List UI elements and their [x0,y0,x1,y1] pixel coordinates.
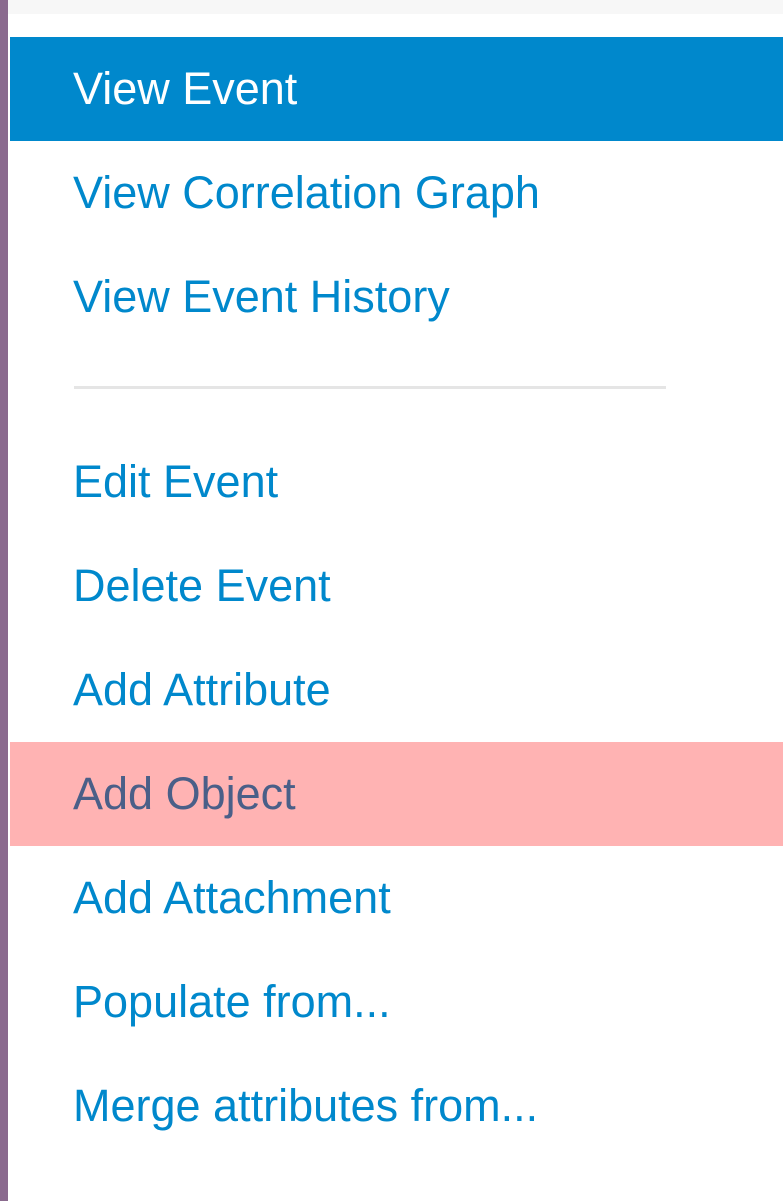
menu-item-add-attribute[interactable]: Add Attribute [10,638,783,742]
menu-item-delete-event[interactable]: Delete Event [10,534,783,638]
menu-item-view-correlation-graph[interactable]: View Correlation Graph [10,141,783,245]
side-menu: View Event View Correlation Graph View E… [10,37,783,1201]
menu-item-populate-from[interactable]: Populate from... [10,950,783,1054]
top-strip [8,0,783,14]
menu-item-merge-attributes-from[interactable]: Merge attributes from... [10,1054,783,1158]
menu-item-add-attachment[interactable]: Add Attachment [10,846,783,950]
menu-item-edit-event[interactable]: Edit Event [10,430,783,534]
event-actions-page: View Event View Correlation Graph View E… [0,0,783,1201]
menu-divider [10,1158,783,1201]
menu-item-view-event-history[interactable]: View Event History [10,245,783,349]
left-border [0,0,8,1201]
menu-item-add-object[interactable]: Add Object [10,742,783,846]
menu-divider [10,349,783,430]
menu-item-view-event[interactable]: View Event [10,37,783,141]
